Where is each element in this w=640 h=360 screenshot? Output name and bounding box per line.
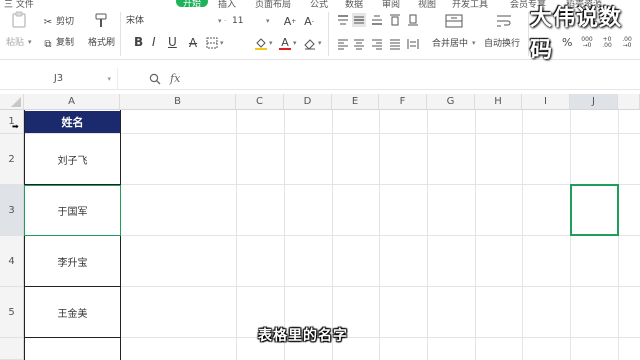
selected-cell-j3[interactable]: [570, 184, 619, 236]
font-color-icon[interactable]: A: [278, 35, 292, 51]
justify-icon[interactable]: [388, 37, 402, 51]
cell-a3-highlight: [24, 185, 121, 236]
cell-a5[interactable]: 王金美: [25, 287, 120, 337]
grid-line: [236, 110, 237, 360]
grid-line: [332, 110, 333, 360]
paste-label[interactable]: 粘贴: [6, 37, 24, 49]
increase-font-icon[interactable]: A +: [283, 13, 297, 29]
name-box-dropdown-icon[interactable]: ▾: [107, 68, 111, 90]
top-align-icon[interactable]: [388, 13, 402, 27]
italic-button[interactable]: I: [152, 36, 156, 48]
font-size-dot: ·: [224, 17, 227, 25]
row-header-2[interactable]: 2: [0, 134, 24, 185]
row-header-5[interactable]: 5: [0, 287, 24, 338]
border-icon[interactable]: [205, 36, 219, 50]
column-header-d[interactable]: D: [284, 94, 332, 110]
copy-label[interactable]: 复制: [56, 37, 74, 49]
align-left-icon[interactable]: [336, 37, 350, 51]
column-header-b[interactable]: B: [120, 94, 236, 110]
cell-a4[interactable]: 李升宝: [25, 236, 120, 286]
decrease-font-icon[interactable]: A-: [302, 13, 316, 29]
paste-icon[interactable]: [8, 10, 30, 30]
fill-color-dropdown-icon[interactable]: ▾: [269, 39, 273, 47]
column-header-h[interactable]: H: [475, 94, 522, 110]
grid-line: [379, 110, 380, 360]
align-bottom-icon[interactable]: [370, 13, 384, 27]
format-painter-icon[interactable]: [92, 12, 110, 30]
wrap-text-icon[interactable]: [494, 12, 514, 30]
grid-line: [475, 110, 476, 360]
row-header-6[interactable]: [0, 338, 24, 360]
clear-format-dropdown-icon[interactable]: ▾: [318, 39, 322, 47]
wrap-text-label[interactable]: 自动换行: [484, 38, 520, 50]
fx-icon[interactable]: fx: [170, 73, 180, 85]
cell-border: [24, 337, 121, 338]
align-center-icon[interactable]: [352, 37, 366, 51]
font-name-select[interactable]: 宋体: [126, 13, 216, 29]
column-header-j[interactable]: J: [570, 94, 618, 110]
grid-line: [427, 110, 428, 360]
strikethrough-icon[interactable]: A: [186, 36, 200, 50]
column-header-f[interactable]: F: [379, 94, 427, 110]
align-right-icon[interactable]: [370, 37, 384, 51]
align-top-icon[interactable]: [336, 13, 350, 27]
row-header-3[interactable]: 3: [0, 185, 24, 236]
font-name-dropdown-icon[interactable]: ▾: [218, 17, 222, 25]
align-middle-icon[interactable]: [352, 13, 366, 27]
cell-a1-header[interactable]: 姓名: [25, 111, 120, 133]
formula-bar: J3 ▾ fx: [0, 68, 640, 90]
row-select-arrow-icon: ➡: [12, 122, 19, 131]
column-header-a[interactable]: A: [24, 94, 120, 110]
format-painter-label[interactable]: 格式刷: [88, 37, 115, 49]
column-header-c[interactable]: C: [236, 94, 284, 110]
grid-line: [284, 110, 285, 360]
paste-dropdown-icon[interactable]: ▾: [28, 38, 32, 46]
cell-reference: J3: [53, 73, 64, 84]
merge-center-label[interactable]: 合并居中: [432, 38, 468, 50]
copy-icon[interactable]: ⧉: [42, 38, 54, 50]
distributed-icon[interactable]: [406, 37, 420, 51]
clear-format-icon[interactable]: [303, 35, 317, 51]
ribbon-divider: [528, 12, 529, 56]
column-header-i[interactable]: I: [522, 94, 570, 110]
column-header-next[interactable]: [618, 94, 640, 110]
grid-line: [522, 110, 523, 360]
merge-center-icon[interactable]: [444, 12, 464, 30]
fill-color-icon[interactable]: [254, 35, 268, 51]
ribbon-divider: [328, 12, 329, 56]
menu-home[interactable]: 开始: [176, 0, 209, 9]
name-box[interactable]: J3 ▾: [0, 68, 118, 90]
spreadsheet-app: 三 文件 开始 插入 页面布局 公式 数据 审阅 视图 开发工具 会员专享 稻壳…: [0, 0, 640, 360]
cut-label[interactable]: 剪切: [56, 16, 74, 28]
cell-a2[interactable]: 刘子飞: [25, 134, 120, 184]
font-color-dropdown-icon[interactable]: ▾: [293, 39, 297, 47]
font-size-select[interactable]: 11: [232, 13, 262, 29]
underline-button[interactable]: U: [168, 36, 177, 48]
zoom-search-icon[interactable]: [148, 72, 162, 86]
row-header-1[interactable]: 1 ➡: [0, 110, 24, 134]
merge-dropdown-icon[interactable]: ▾: [472, 39, 476, 47]
font-size-dropdown-icon[interactable]: ▾: [266, 17, 270, 25]
row-header-4[interactable]: 4: [0, 236, 24, 287]
ribbon-divider: [120, 12, 121, 56]
bottom-align-icon[interactable]: [406, 13, 420, 27]
video-subtitle: 表格里的名字: [258, 328, 348, 344]
border-dropdown-icon[interactable]: ▾: [220, 39, 224, 47]
cut-icon[interactable]: ✂: [42, 16, 54, 28]
column-header-g[interactable]: G: [427, 94, 475, 110]
watermark-text: 大伟说数码: [530, 6, 623, 63]
select-all-corner[interactable]: [0, 94, 24, 110]
column-header-e[interactable]: E: [332, 94, 379, 110]
bold-button[interactable]: B: [134, 36, 143, 48]
